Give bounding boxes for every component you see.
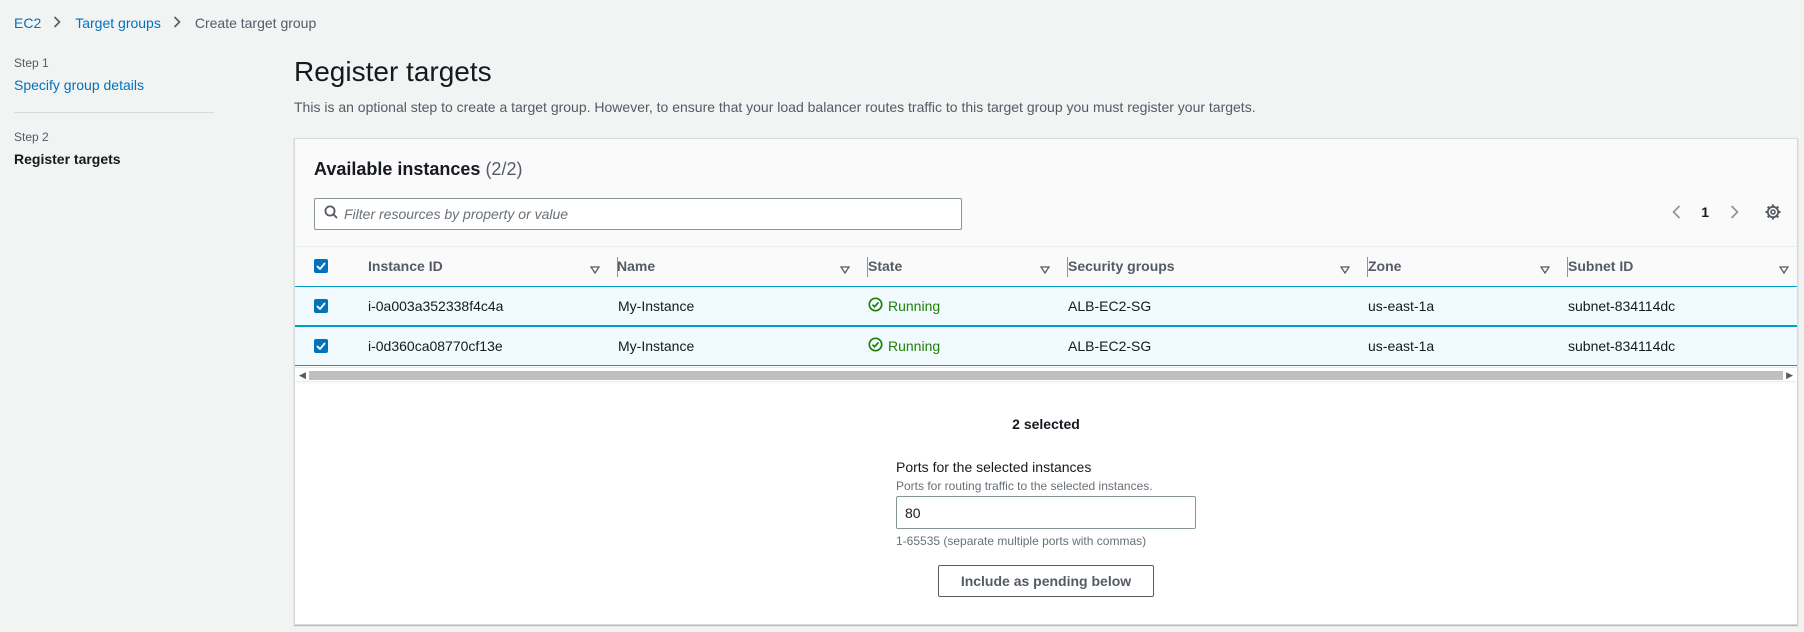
cell-state: Running: [868, 287, 940, 325]
table-section: Available instances (2/2) 1: [295, 139, 1797, 384]
step-divider: [14, 112, 214, 113]
cell-state: Running: [868, 327, 940, 365]
scroll-left-icon[interactable]: ◀: [299, 370, 306, 381]
row-checkbox[interactable]: [314, 339, 328, 353]
gear-icon[interactable]: [1765, 204, 1781, 225]
step-1-link[interactable]: Specify group details: [14, 77, 214, 93]
cell-security-groups: ALB-EC2-SG: [1068, 338, 1152, 354]
scrollbar-thumb[interactable]: [309, 371, 1783, 380]
scroll-right-icon[interactable]: ▶: [1786, 370, 1793, 381]
row-select-cell: [314, 287, 328, 325]
ports-input[interactable]: [896, 496, 1196, 529]
chevron-right-icon: [173, 15, 181, 31]
column-instance-id[interactable]: Instance ID: [368, 247, 618, 285]
sort-icon: [1539, 261, 1551, 277]
horizontal-scrollbar[interactable]: ◀ ▶: [295, 367, 1797, 382]
column-subnet-id[interactable]: Subnet ID: [1568, 247, 1797, 285]
search-input[interactable]: [344, 200, 961, 228]
search-icon: [315, 205, 338, 224]
page-number[interactable]: 1: [1701, 204, 1709, 220]
cell-zone: us-east-1a: [1368, 298, 1435, 314]
select-all-checkbox[interactable]: [314, 259, 328, 273]
sort-icon: [1039, 261, 1051, 277]
step-2-current: Register targets: [14, 151, 121, 167]
sort-icon: [1778, 261, 1790, 277]
column-label: Zone: [1368, 258, 1402, 274]
cell-subnet-id: subnet-834114dc: [1568, 338, 1676, 354]
column-security-groups[interactable]: Security groups: [1068, 247, 1368, 285]
header-select-cell: [314, 247, 344, 285]
column-label: Name: [617, 258, 656, 274]
cell-security-groups: ALB-EC2-SG: [1068, 298, 1152, 314]
cell-instance-id: i-0a003a352338f4c4a: [368, 298, 504, 314]
selected-count: 2 selected: [1012, 416, 1080, 432]
sort-icon: [839, 261, 851, 277]
column-label: Instance ID: [368, 258, 443, 274]
wizard-steps: Step 1 Specify group details Step 2 Regi…: [14, 56, 214, 167]
check-circle-icon: [868, 297, 888, 315]
breadcrumb-current: Create target group: [194, 15, 317, 31]
column-label: Security groups: [1068, 258, 1175, 274]
chevron-left-icon[interactable]: [1667, 205, 1685, 219]
page-title: Register targets: [294, 56, 492, 87]
panel-title: Available instances (2/2): [314, 159, 522, 180]
sort-icon: [589, 261, 601, 277]
column-name[interactable]: Name: [617, 247, 868, 285]
step-1-number: Step 1: [14, 56, 49, 70]
cell-name: My-Instance: [618, 338, 695, 354]
page-description: This is an optional step to create a tar…: [294, 99, 1256, 115]
state-text: Running: [888, 298, 941, 314]
ports-label: Ports for the selected instances: [896, 459, 1092, 475]
ports-constraint-hint: 1-65535 (separate multiple ports with co…: [896, 534, 1147, 548]
cell-name: My-Instance: [618, 298, 695, 314]
column-label: Subnet ID: [1568, 258, 1634, 274]
table-header: Instance ID Name State Security groups Z: [295, 246, 1797, 284]
table-row[interactable]: i-0a003a352338f4c4a My-Instance Running …: [295, 286, 1797, 326]
row-checkbox[interactable]: [314, 299, 328, 313]
pagination: 1: [1667, 204, 1743, 220]
cell-instance-id: i-0d360ca08770cf13e: [368, 338, 503, 354]
available-instances-panel: Available instances (2/2) 1: [294, 138, 1798, 625]
cell-subnet-id: subnet-834114dc: [1568, 298, 1676, 314]
breadcrumb-ec2-link[interactable]: EC2: [14, 15, 41, 31]
cell-zone: us-east-1a: [1368, 338, 1435, 354]
row-select-cell: [314, 327, 328, 365]
chevron-right-icon[interactable]: [1725, 205, 1743, 219]
check-circle-icon: [868, 337, 888, 355]
panel-title-count: (2/2): [485, 159, 523, 179]
column-zone[interactable]: Zone: [1368, 247, 1568, 285]
chevron-right-icon: [53, 15, 61, 31]
column-state[interactable]: State: [868, 247, 1068, 285]
column-label: State: [868, 258, 903, 274]
table-row[interactable]: i-0d360ca08770cf13e My-Instance Running …: [295, 326, 1797, 366]
breadcrumb: EC2 Target groups Create target group: [14, 15, 316, 31]
state-text: Running: [888, 338, 941, 354]
search-field: [314, 198, 962, 230]
panel-title-text: Available instances: [314, 159, 481, 179]
sort-icon: [1339, 261, 1351, 277]
include-as-pending-button[interactable]: Include as pending below: [938, 565, 1154, 597]
step-2-number: Step 2: [14, 130, 49, 144]
breadcrumb-target-groups-link[interactable]: Target groups: [75, 15, 161, 31]
ports-description: Ports for routing traffic to the selecte…: [896, 479, 1153, 493]
